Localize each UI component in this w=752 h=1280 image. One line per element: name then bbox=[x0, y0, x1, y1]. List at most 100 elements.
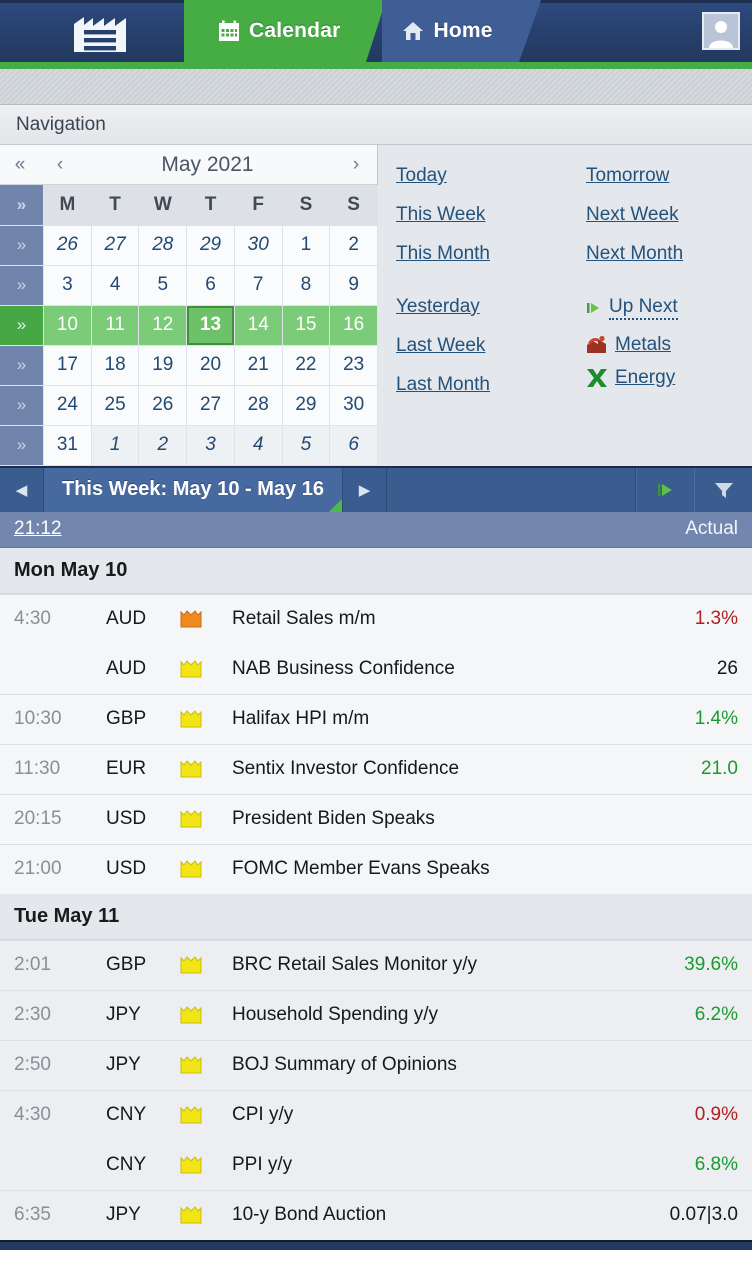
mini-calendar-day[interactable]: 17 bbox=[43, 345, 92, 386]
mini-calendar-day[interactable]: 28 bbox=[138, 225, 188, 266]
event-title[interactable]: BRC Retail Sales Monitor y/y bbox=[232, 954, 628, 976]
mini-calendar-day[interactable]: 5 bbox=[138, 265, 188, 306]
mini-calendar-day[interactable]: 3 bbox=[43, 265, 92, 306]
mini-calendar-day[interactable]: 19 bbox=[138, 345, 188, 386]
event-title[interactable]: Sentix Investor Confidence bbox=[232, 758, 628, 780]
event-impact[interactable] bbox=[180, 809, 232, 829]
event-impact[interactable] bbox=[180, 1005, 232, 1025]
event-row[interactable]: 2:01 GBP BRC Retail Sales Monitor y/y 39.6% bbox=[0, 939, 752, 990]
mini-calendar-day[interactable]: 29 bbox=[186, 225, 235, 266]
link-yesterday[interactable]: Yesterday bbox=[396, 296, 480, 318]
link-today[interactable]: Today bbox=[396, 165, 447, 187]
mini-calendar-day[interactable]: 29 bbox=[282, 385, 331, 426]
link-last-week[interactable]: Last Week bbox=[396, 335, 485, 357]
mini-calendar-day[interactable]: 4 bbox=[234, 425, 283, 466]
link-last-month[interactable]: Last Month bbox=[396, 374, 490, 396]
current-time-link[interactable]: 21:12 bbox=[14, 518, 62, 540]
mini-calendar-day[interactable]: 26 bbox=[43, 225, 92, 266]
previous-week-button[interactable]: ◀ bbox=[0, 467, 44, 512]
event-row[interactable]: 6:35 JPY 10-y Bond Auction 0.07|3.0 bbox=[0, 1189, 752, 1240]
mini-calendar-day[interactable]: 10 bbox=[43, 305, 92, 346]
mini-calendar-day[interactable]: 31 bbox=[43, 425, 92, 466]
event-impact[interactable] bbox=[180, 1205, 232, 1225]
event-row[interactable]: 4:30 CNY CPI y/y 0.9% bbox=[0, 1089, 752, 1140]
mini-calendar-day[interactable]: 6 bbox=[186, 265, 235, 306]
mini-calendar-day[interactable]: 2 bbox=[329, 225, 378, 266]
mini-calendar-day[interactable]: 8 bbox=[282, 265, 331, 306]
link-this-month[interactable]: This Month bbox=[396, 243, 490, 265]
mini-calendar-day[interactable]: 27 bbox=[186, 385, 235, 426]
event-title[interactable]: PPI y/y bbox=[232, 1154, 628, 1176]
mini-calendar-day[interactable]: 15 bbox=[282, 305, 331, 346]
mini-calendar-day[interactable]: 11 bbox=[91, 305, 140, 346]
mini-calendar-day[interactable]: 21 bbox=[234, 345, 283, 386]
event-row[interactable]: 4:30 AUD Retail Sales m/m 1.3% bbox=[0, 593, 752, 644]
mini-calendar-day[interactable]: 28 bbox=[234, 385, 283, 426]
event-title[interactable]: CPI y/y bbox=[232, 1104, 628, 1126]
mini-calendar-day[interactable]: 18 bbox=[91, 345, 140, 386]
mini-calendar-day[interactable]: 30 bbox=[329, 385, 378, 426]
mini-calendar-day[interactable]: 7 bbox=[234, 265, 283, 306]
event-row[interactable]: CNY PPI y/y 6.8% bbox=[0, 1139, 752, 1190]
mini-calendar-day[interactable]: 13 bbox=[186, 305, 235, 346]
prev-month-button[interactable]: ‹ bbox=[40, 154, 80, 176]
select-week-button[interactable]: » bbox=[0, 345, 45, 386]
next-week-button[interactable]: ▶ bbox=[342, 467, 387, 512]
select-week-button[interactable]: » bbox=[0, 265, 45, 306]
mini-calendar-day[interactable]: 23 bbox=[329, 345, 378, 386]
link-this-week[interactable]: This Week bbox=[396, 204, 485, 226]
event-impact[interactable] bbox=[180, 609, 232, 629]
mini-calendar-day[interactable]: 26 bbox=[138, 385, 188, 426]
select-week-button[interactable]: » bbox=[0, 225, 45, 266]
event-row[interactable]: AUD NAB Business Confidence 26 bbox=[0, 643, 752, 694]
event-row[interactable]: 2:30 JPY Household Spending y/y 6.2% bbox=[0, 989, 752, 1040]
event-impact[interactable] bbox=[180, 1055, 232, 1075]
event-title[interactable]: 10-y Bond Auction bbox=[232, 1204, 628, 1226]
mini-calendar-day[interactable]: 1 bbox=[91, 425, 140, 466]
mini-calendar-day[interactable]: 12 bbox=[138, 305, 188, 346]
event-row[interactable]: 10:30 GBP Halifax HPI m/m 1.4% bbox=[0, 693, 752, 744]
brand-logo-button[interactable] bbox=[0, 0, 200, 62]
select-week-button[interactable]: » bbox=[0, 385, 45, 426]
event-impact[interactable] bbox=[180, 1105, 232, 1125]
mini-calendar-day[interactable]: 25 bbox=[91, 385, 140, 426]
link-next-week[interactable]: Next Week bbox=[586, 204, 679, 226]
event-title[interactable]: NAB Business Confidence bbox=[232, 658, 628, 680]
mini-calendar-day[interactable]: 2 bbox=[138, 425, 188, 466]
week-range-label[interactable]: This Week: May 10 - May 16 bbox=[44, 467, 343, 512]
mini-calendar-day[interactable]: 16 bbox=[329, 305, 378, 346]
event-title[interactable]: Halifax HPI m/m bbox=[232, 708, 628, 730]
event-impact[interactable] bbox=[180, 709, 232, 729]
event-title[interactable]: FOMC Member Evans Speaks bbox=[232, 858, 628, 880]
mini-calendar-day[interactable]: 20 bbox=[186, 345, 235, 386]
expand-all-button[interactable] bbox=[636, 467, 694, 512]
account-button[interactable] bbox=[702, 0, 752, 62]
mini-calendar-day[interactable]: 4 bbox=[91, 265, 140, 306]
prev-year-button[interactable]: « bbox=[0, 154, 40, 176]
select-week-button[interactable]: » bbox=[0, 425, 45, 466]
event-row[interactable]: 2:50 JPY BOJ Summary of Opinions bbox=[0, 1039, 752, 1090]
event-title[interactable]: Household Spending y/y bbox=[232, 1004, 628, 1026]
link-up-next[interactable]: Up Next bbox=[586, 296, 752, 320]
event-impact[interactable] bbox=[180, 1155, 232, 1175]
select-week-button[interactable]: » bbox=[0, 305, 45, 346]
mini-calendar-day[interactable]: 22 bbox=[282, 345, 331, 386]
mini-calendar-day[interactable]: 30 bbox=[234, 225, 283, 266]
event-impact[interactable] bbox=[180, 859, 232, 879]
mini-calendar-day[interactable]: 1 bbox=[282, 225, 331, 266]
mini-calendar-day[interactable]: 14 bbox=[234, 305, 283, 346]
tab-home[interactable]: Home bbox=[382, 0, 541, 62]
event-row[interactable]: 11:30 EUR Sentix Investor Confidence 21.0 bbox=[0, 743, 752, 794]
select-all-weeks-button[interactable]: » bbox=[0, 185, 45, 226]
event-impact[interactable] bbox=[180, 759, 232, 779]
filter-button[interactable] bbox=[694, 467, 752, 512]
mini-calendar-day[interactable]: 24 bbox=[43, 385, 92, 426]
event-row[interactable]: 20:15 USD President Biden Speaks bbox=[0, 793, 752, 844]
mini-calendar-day[interactable]: 5 bbox=[282, 425, 331, 466]
next-month-button[interactable]: › bbox=[335, 154, 377, 176]
link-metals[interactable]: Metals bbox=[586, 334, 752, 356]
mini-calendar-day[interactable]: 3 bbox=[186, 425, 235, 466]
mini-calendar-day[interactable]: 9 bbox=[329, 265, 378, 306]
event-title[interactable]: President Biden Speaks bbox=[232, 808, 628, 830]
event-impact[interactable] bbox=[180, 659, 232, 679]
